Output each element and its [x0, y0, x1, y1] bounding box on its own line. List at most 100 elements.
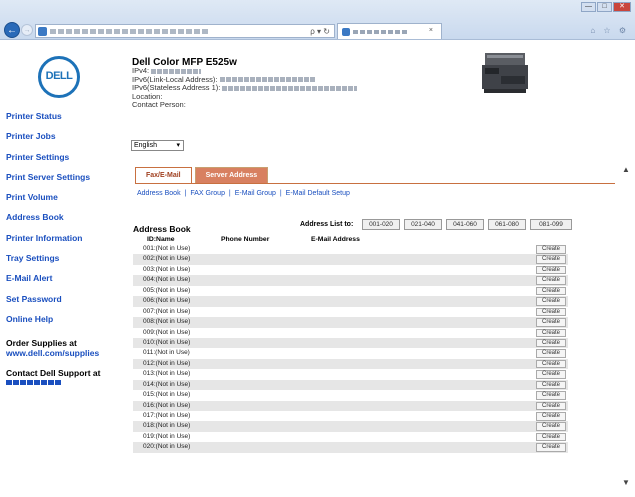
forward-arrow-icon[interactable]: →: [21, 24, 33, 36]
table-row: 020:(Not in Use) Create: [133, 442, 568, 453]
table-row: 019:(Not in Use) Create: [133, 432, 568, 442]
create-button[interactable]: Create: [536, 432, 566, 442]
tab-underline: [135, 183, 615, 184]
create-button[interactable]: Create: [536, 359, 566, 369]
close-window-button[interactable]: ✕: [613, 2, 631, 12]
sublink-separator: |: [279, 190, 282, 197]
entry-id-name: 011:(Not in Use): [143, 349, 190, 357]
entry-id-name: 013:(Not in Use): [143, 370, 191, 378]
ipv6-stateless-value-blurred: [222, 85, 358, 91]
create-button[interactable]: Create: [536, 328, 566, 337]
create-button[interactable]: Create: [536, 297, 566, 306]
page-scrollbar[interactable]: ▲ ▼: [619, 165, 633, 495]
create-button[interactable]: Create: [536, 349, 566, 358]
tab-favicon-icon: [342, 28, 350, 36]
table-row: 010:(Not in Use) Create: [133, 337, 568, 349]
create-button[interactable]: Create: [536, 265, 566, 275]
entry-id-name: 020:(Not in Use): [143, 443, 191, 451]
table-row: 007:(Not in Use) Create: [133, 307, 568, 317]
address-list-to-label: Address List to:: [300, 221, 354, 228]
range-button-001-020[interactable]: 001-020: [362, 219, 400, 230]
printer-image: [482, 53, 528, 93]
sublink-email-group[interactable]: E-Mail Group: [235, 190, 276, 197]
browser-tab[interactable]: ×: [337, 23, 442, 39]
entry-id-name: 019:(Not in Use): [143, 432, 191, 440]
column-header-id-name: ID:Name: [147, 236, 175, 243]
entry-id-name: 015:(Not in Use): [143, 391, 191, 399]
minimize-button[interactable]: —: [581, 2, 596, 12]
address-bar[interactable]: ρ ▾ ↻: [35, 24, 335, 38]
entry-id-name: 003:(Not in Use): [143, 265, 191, 273]
tab-fax-email[interactable]: Fax/E-Mail: [135, 167, 192, 183]
window-controls: — □ ✕: [581, 2, 631, 12]
sidebar-item-printer-information[interactable]: Printer Information: [6, 233, 100, 253]
create-button[interactable]: Create: [536, 443, 566, 452]
sidebar-item-email-alert[interactable]: E-Mail Alert: [6, 273, 100, 293]
table-row: 014:(Not in Use) Create: [133, 379, 568, 391]
create-button[interactable]: Create: [536, 401, 566, 411]
toolbar-icons[interactable]: ⌂ ☆ ⚙: [590, 26, 629, 35]
create-button[interactable]: Create: [536, 318, 566, 327]
sidebar-item-online-help[interactable]: Online Help: [6, 314, 100, 334]
scroll-up-icon[interactable]: ▲: [619, 165, 633, 174]
sublink-separator: |: [184, 190, 187, 197]
range-button-041-060[interactable]: 041-060: [446, 219, 484, 230]
sublink-email-default-setup[interactable]: E-Mail Default Setup: [286, 190, 350, 197]
language-select[interactable]: English ▾: [131, 140, 184, 151]
create-button[interactable]: Create: [536, 245, 566, 254]
address-bar-tools[interactable]: ρ ▾ ↻: [310, 27, 330, 36]
create-button[interactable]: Create: [536, 391, 566, 400]
back-arrow-icon[interactable]: ←: [4, 22, 20, 38]
ipv4-value-blurred: [151, 68, 202, 74]
table-row: 015:(Not in Use) Create: [133, 390, 568, 400]
entry-id-name: 006:(Not in Use): [143, 297, 191, 305]
entry-id-name: 008:(Not in Use): [143, 318, 191, 326]
create-button[interactable]: Create: [536, 338, 566, 348]
sidebar-item-set-password[interactable]: Set Password: [6, 294, 100, 314]
range-button-061-080[interactable]: 061-080: [488, 219, 526, 230]
create-button[interactable]: Create: [536, 276, 566, 285]
table-row: 018:(Not in Use) Create: [133, 421, 568, 432]
sidebar-item-printer-jobs[interactable]: Printer Jobs: [6, 131, 100, 151]
table-row: 001:(Not in Use) Create: [133, 244, 568, 254]
entry-id-name: 004:(Not in Use): [143, 276, 191, 284]
create-button[interactable]: Create: [536, 422, 566, 431]
create-button[interactable]: Create: [536, 370, 566, 379]
sublink-address-book[interactable]: Address Book: [137, 190, 181, 197]
sidebar-item-print-volume[interactable]: Print Volume: [6, 192, 100, 212]
address-table-body: 001:(Not in Use) Create 002:(Not in Use) Cr…: [133, 244, 568, 453]
address-url-blurred: [50, 29, 210, 34]
supplies-link[interactable]: www.dell.com/supplies: [6, 348, 100, 358]
sidebar-item-printer-status[interactable]: Printer Status: [6, 111, 100, 131]
entry-id-name: 014:(Not in Use): [143, 380, 191, 388]
table-row: 008:(Not in Use) Create: [133, 317, 568, 328]
tab-server-address[interactable]: Server Address: [194, 167, 269, 183]
entry-id-name: 009:(Not in Use): [143, 328, 191, 336]
sublink-fax-group[interactable]: FAX Group: [190, 190, 225, 197]
contact-support-block: Contact Dell Support at: [6, 368, 100, 386]
sidebar: DELL Printer Status Printer Jobs Printer…: [0, 41, 125, 497]
sidebar-item-tray-settings[interactable]: Tray Settings: [6, 253, 100, 273]
tab-bar: Fax/E-Mail Server Address: [135, 167, 269, 183]
sublink-separator: |: [228, 190, 231, 197]
create-button[interactable]: Create: [536, 307, 566, 317]
entry-id-name: 017:(Not in Use): [143, 412, 191, 419]
maximize-button[interactable]: □: [597, 2, 612, 12]
create-button[interactable]: Create: [536, 412, 566, 421]
range-button-021-040[interactable]: 021-040: [404, 219, 442, 230]
scroll-down-icon[interactable]: ▼: [619, 478, 633, 487]
table-row: 017:(Not in Use) Create: [133, 411, 568, 421]
create-button[interactable]: Create: [536, 286, 566, 296]
sidebar-item-print-server-settings[interactable]: Print Server Settings: [6, 172, 100, 192]
contact-person-label: Contact Person:: [132, 100, 186, 110]
sidebar-nav: Printer Status Printer Jobs Printer Sett…: [6, 111, 100, 386]
support-link-blurred[interactable]: [6, 380, 61, 386]
sidebar-item-address-book[interactable]: Address Book: [6, 212, 100, 232]
entry-id-name: 016:(Not in Use): [143, 401, 191, 409]
tab-close-icon[interactable]: ×: [429, 27, 433, 34]
sidebar-item-printer-settings[interactable]: Printer Settings: [6, 152, 100, 172]
site-favicon-icon: [38, 27, 47, 36]
range-button-081-099[interactable]: 081-099: [530, 219, 572, 230]
create-button[interactable]: Create: [536, 255, 566, 264]
create-button[interactable]: Create: [536, 380, 566, 390]
